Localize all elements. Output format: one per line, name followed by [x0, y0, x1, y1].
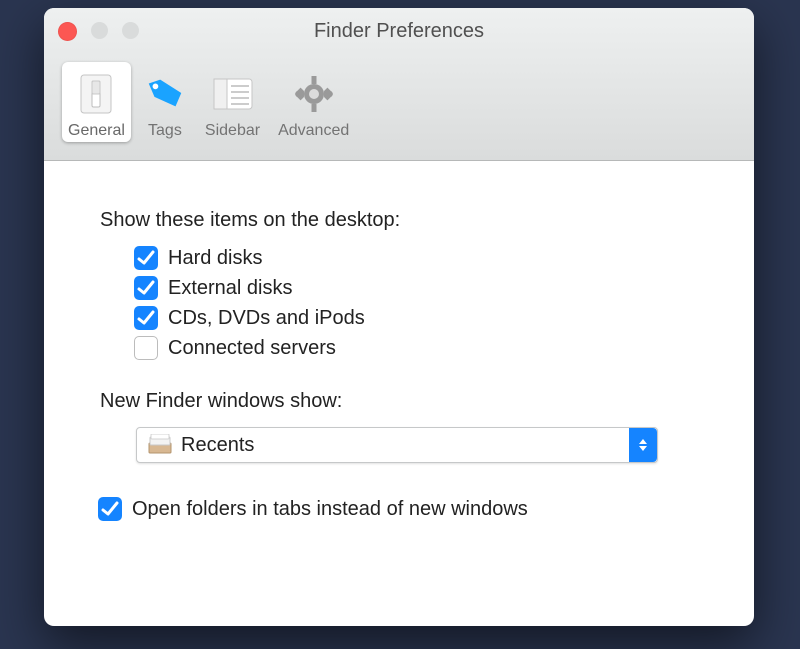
tab-label: General — [68, 122, 125, 140]
checkbox-connected-servers[interactable]: Connected servers — [134, 336, 696, 360]
tab-tags[interactable]: Tags — [137, 62, 193, 142]
checkbox-hard-disks[interactable]: Hard disks — [134, 246, 696, 270]
tag-icon — [143, 72, 187, 116]
tab-sidebar[interactable]: Sidebar — [199, 62, 266, 142]
checkbox-external-disks[interactable]: External disks — [134, 276, 696, 300]
tab-advanced[interactable]: Advanced — [272, 62, 355, 142]
tab-label: Advanced — [278, 122, 349, 140]
checkbox-label: CDs, DVDs and iPods — [168, 307, 365, 330]
desktop-items-label: Show these items on the desktop: — [100, 209, 696, 232]
preferences-window: Finder Preferences General — [44, 8, 754, 626]
checkbox-icon — [134, 306, 158, 330]
checkbox-open-in-tabs[interactable]: Open folders in tabs instead of new wind… — [98, 497, 696, 521]
updown-arrows-icon — [629, 428, 657, 462]
checkbox-icon — [134, 246, 158, 270]
recents-icon — [145, 432, 175, 458]
select-value: Recents — [181, 434, 254, 457]
window-title: Finder Preferences — [44, 20, 754, 43]
checkbox-icon — [134, 336, 158, 360]
new-windows-label: New Finder windows show: — [100, 390, 696, 413]
desktop-items-group: Hard disks External disks CDs, DVDs and … — [134, 246, 696, 360]
checkbox-icon — [98, 497, 122, 521]
checkbox-cds-dvds-ipods[interactable]: CDs, DVDs and iPods — [134, 306, 696, 330]
sidebar-icon — [211, 72, 255, 116]
checkbox-label: Connected servers — [168, 337, 336, 360]
checkbox-label: Open folders in tabs instead of new wind… — [132, 498, 528, 521]
tab-general[interactable]: General — [62, 62, 131, 142]
tab-label: Tags — [148, 122, 182, 140]
checkbox-label: Hard disks — [168, 247, 262, 270]
gear-icon — [292, 72, 336, 116]
tab-label: Sidebar — [205, 122, 260, 140]
new-windows-select[interactable]: Recents — [136, 427, 658, 463]
content-pane: Show these items on the desktop: Hard di… — [44, 161, 754, 531]
switch-icon — [74, 72, 118, 116]
toolbar: General Tags — [62, 62, 355, 142]
checkbox-icon — [134, 276, 158, 300]
titlebar: Finder Preferences General — [44, 8, 754, 161]
checkbox-label: External disks — [168, 277, 293, 300]
